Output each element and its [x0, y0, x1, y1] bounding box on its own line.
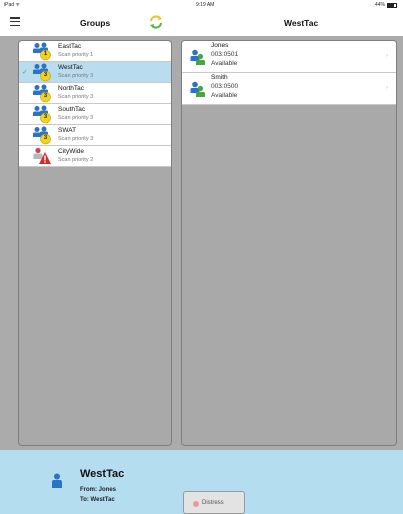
- priority-badge: 3: [43, 114, 48, 120]
- members-list: Jones 003:0501 Available › Smith 003:0500 Avai…: [182, 41, 396, 105]
- member-status: Available: [211, 92, 238, 99]
- group-name: SouthTac: [58, 106, 86, 113]
- groups-list: 1 EastTac Scan priority 1 ✓ 3 WestTac Scan pri…: [19, 41, 171, 167]
- group-scan-priority: Scan priority 3: [58, 94, 94, 100]
- member-row-smith[interactable]: Smith 003:0500 Available ›: [182, 73, 396, 105]
- group-row-easttac[interactable]: 1 EastTac Scan priority 1: [19, 41, 171, 62]
- group-row-citywide[interactable]: CityWide Scan priority 2: [19, 146, 171, 167]
- selected-group-title: WestTac: [284, 18, 319, 28]
- chevron-right-icon: ›: [386, 85, 388, 91]
- members-panel: Jones 003:0501 Available › Smith 003:0500 Avai…: [176, 36, 403, 450]
- call-to: To: WestTac: [80, 497, 115, 503]
- group-name: SWAT: [58, 127, 77, 134]
- group-row-westtac[interactable]: ✓ 3 WestTac Scan priority 3: [19, 62, 171, 83]
- member-name: Jones: [211, 42, 229, 49]
- groups-header: Groups: [0, 10, 176, 34]
- member-row-jones[interactable]: Jones 003:0501 Available ›: [182, 41, 396, 73]
- members-list-pane: Jones 003:0501 Available › Smith 003:0500 Avai…: [181, 40, 397, 446]
- device-label: iPad ᯤ: [4, 2, 20, 8]
- priority-badge: 1: [43, 51, 48, 57]
- battery-indicator: 44%: [375, 2, 397, 8]
- group-scan-priority: Scan priority 3: [58, 73, 94, 79]
- group-name: NorthTac: [58, 85, 85, 92]
- distress-label: Distress: [202, 500, 224, 506]
- selected-check-icon: ✓: [22, 69, 28, 76]
- group-badge-icon: 3: [32, 105, 52, 124]
- groups-list-pane: 1 EastTac Scan priority 1 ✓ 3 WestTac Scan pri…: [18, 40, 172, 446]
- distress-dot-icon: [193, 501, 199, 507]
- priority-badge: 3: [43, 135, 48, 141]
- distress-button[interactable]: Distress: [183, 491, 245, 514]
- chevron-right-icon: ›: [386, 53, 388, 59]
- group-name: CityWide: [58, 148, 85, 155]
- active-call-bar: WestTac From: Jones To: WestTac Distress: [0, 450, 403, 514]
- group-scan-priority: Scan priority 2: [58, 157, 94, 163]
- member-person-icon: [190, 81, 205, 97]
- group-scan-priority: Scan priority 3: [58, 136, 94, 142]
- person-icon: [52, 473, 62, 488]
- group-scan-priority: Scan priority 1: [58, 52, 94, 58]
- battery-icon: [387, 2, 397, 8]
- group-name: EastTac: [58, 43, 82, 50]
- group-badge-icon: 3: [32, 126, 52, 145]
- battery-percent: 44%: [374, 2, 385, 8]
- group-badge-icon: 3: [32, 63, 52, 82]
- refresh-icon[interactable]: [148, 14, 164, 30]
- hamburger-icon[interactable]: [10, 17, 20, 27]
- status-bar: iPad ᯤ 9:19 AM 44%: [0, 0, 403, 10]
- group-name: WestTac: [58, 64, 83, 71]
- group-badge-icon: 3: [32, 84, 52, 103]
- group-badge-icon: 1: [32, 42, 52, 61]
- member-id: 003:0500: [211, 83, 239, 90]
- status-time: 9:19 AM: [196, 2, 215, 8]
- call-from: From: Jones: [80, 487, 117, 493]
- priority-badge: 3: [43, 72, 48, 78]
- group-row-northtac[interactable]: 3 NorthTac Scan priority 3: [19, 83, 171, 104]
- member-name: Smith: [211, 74, 228, 81]
- priority-badge: 3: [43, 93, 48, 99]
- group-row-southtac[interactable]: 3 SouthTac Scan priority 3: [19, 104, 171, 125]
- groups-panel: 1 EastTac Scan priority 1 ✓ 3 WestTac Scan pri…: [0, 36, 176, 450]
- member-status: Available: [211, 60, 238, 67]
- member-person-icon: [190, 49, 205, 65]
- active-group-name: WestTac: [80, 468, 125, 480]
- members-header: WestTac: [176, 10, 403, 34]
- group-row-swat[interactable]: 3 SWAT Scan priority 3: [19, 125, 171, 146]
- member-id: 003:0501: [211, 51, 239, 58]
- groups-title: Groups: [80, 18, 111, 28]
- alert-group-icon: [32, 147, 52, 166]
- group-scan-priority: Scan priority 3: [58, 115, 94, 121]
